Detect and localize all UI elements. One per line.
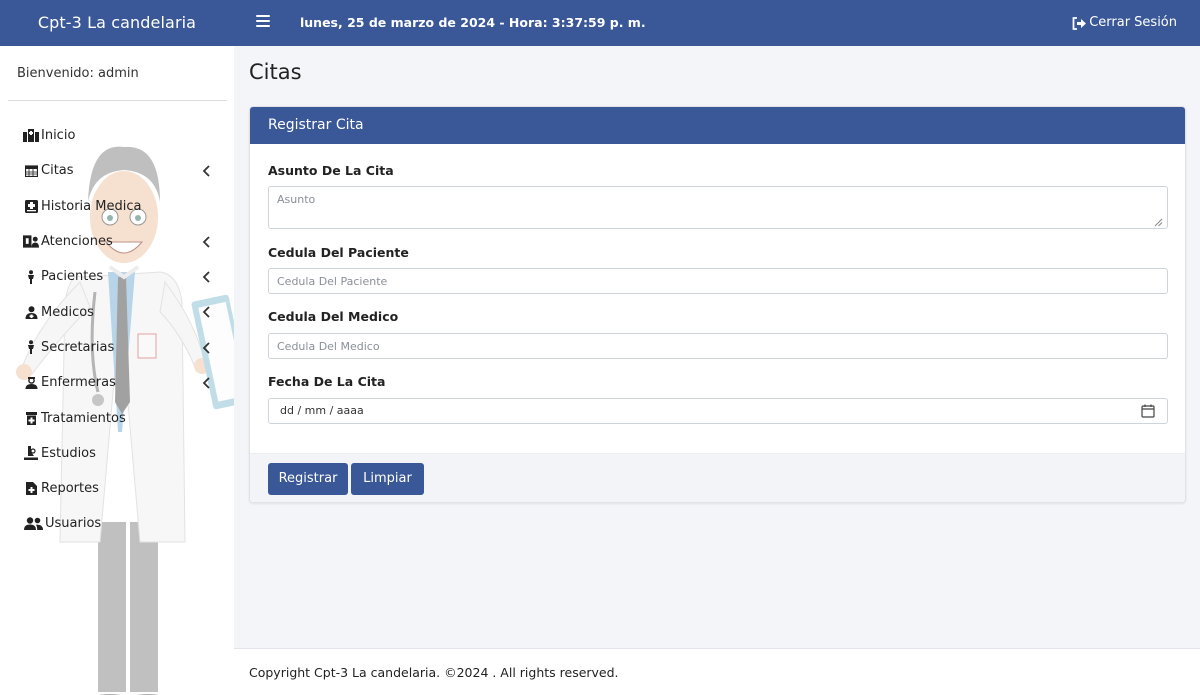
sidebar-item-label: Historia Medica bbox=[41, 198, 142, 214]
chevron-left-icon[interactable] bbox=[201, 235, 213, 249]
calendar-picker-icon[interactable] bbox=[1141, 404, 1155, 418]
sidebar-item-label: Enfermeras bbox=[41, 375, 116, 391]
lab-icon bbox=[23, 446, 39, 461]
person-icon bbox=[23, 270, 39, 284]
welcome-text: Bienvenido: admin bbox=[17, 66, 139, 81]
chevron-left-icon[interactable] bbox=[201, 164, 213, 178]
calendar-icon bbox=[23, 164, 39, 178]
sidebar-item-inicio[interactable]: Inicio bbox=[0, 118, 234, 153]
sidebar-item-label: Secretarias bbox=[41, 339, 115, 355]
clear-button[interactable]: Limpiar bbox=[351, 463, 424, 495]
subject-label: Asunto De La Cita bbox=[268, 163, 394, 178]
sidebar: Bienvenido: admin Inicio Citas Historia … bbox=[0, 46, 234, 695]
sidebar-item-label: Medicos bbox=[41, 304, 94, 320]
sidebar-item-historia-medica[interactable]: Historia Medica bbox=[0, 189, 234, 224]
current-datetime: lunes, 25 de marzo de 2024 - Hora: 3:37:… bbox=[300, 15, 646, 30]
report-file-icon bbox=[23, 482, 39, 496]
sidebar-item-reportes[interactable]: Reportes bbox=[0, 471, 234, 506]
chevron-left-icon[interactable] bbox=[201, 341, 213, 355]
sidebar-item-estudios[interactable]: Estudios bbox=[0, 436, 234, 471]
sidebar-item-pacientes[interactable]: Pacientes bbox=[0, 259, 234, 294]
sidebar-item-secretarias[interactable]: Secretarias bbox=[0, 330, 234, 365]
register-button[interactable]: Registrar bbox=[268, 463, 348, 495]
sidebar-item-label: Inicio bbox=[41, 128, 76, 144]
person-icon bbox=[23, 340, 39, 355]
sidebar-item-label: Tratamientos bbox=[41, 410, 126, 426]
card-footer: Registrar Limpiar bbox=[250, 453, 1185, 502]
logout-button[interactable]: Cerrar Sesión bbox=[1072, 0, 1177, 46]
doctor-id-label: Cedula Del Medico bbox=[268, 309, 399, 324]
chevron-left-icon[interactable] bbox=[201, 270, 213, 284]
sidebar-item-label: Estudios bbox=[41, 445, 96, 461]
menu-toggle-icon[interactable] bbox=[256, 15, 270, 27]
date-placeholder: dd / mm / aaaa bbox=[280, 404, 364, 417]
users-icon bbox=[23, 517, 43, 531]
date-label: Fecha De La Cita bbox=[268, 374, 386, 389]
subject-textarea[interactable] bbox=[268, 186, 1168, 229]
sidebar-item-atenciones[interactable]: Atenciones bbox=[0, 224, 234, 259]
chevron-left-icon[interactable] bbox=[201, 305, 213, 319]
patient-bed-icon bbox=[23, 235, 39, 249]
sidebar-item-medicos[interactable]: Medicos bbox=[0, 294, 234, 329]
app-brand[interactable]: Cpt-3 La candelaria bbox=[0, 0, 234, 46]
sidebar-item-enfermeras[interactable]: Enfermeras bbox=[0, 365, 234, 400]
card-title: Registrar Cita bbox=[250, 107, 1185, 144]
nurse-icon bbox=[23, 376, 39, 390]
logout-label: Cerrar Sesión bbox=[1089, 15, 1177, 30]
hospital-icon bbox=[23, 129, 39, 143]
patient-id-input[interactable] bbox=[268, 268, 1168, 294]
sidebar-item-label: Pacientes bbox=[41, 269, 104, 285]
sidebar-item-tratamientos[interactable]: Tratamientos bbox=[0, 400, 234, 435]
sidebar-item-usuarios[interactable]: Usuarios bbox=[0, 506, 234, 541]
register-appointment-card: Registrar Cita Asunto De La Cita Cedula … bbox=[249, 106, 1186, 503]
sidebar-item-label: Atenciones bbox=[41, 234, 113, 250]
sidebar-menu: Inicio Citas Historia Medica Atenciones bbox=[0, 118, 234, 542]
doctor-icon bbox=[23, 305, 39, 319]
sidebar-item-label: Reportes bbox=[41, 481, 99, 497]
patient-id-label: Cedula Del Paciente bbox=[268, 245, 409, 260]
top-navbar: Cpt-3 La candelaria lunes, 25 de marzo d… bbox=[0, 0, 1200, 46]
chevron-left-icon[interactable] bbox=[201, 376, 213, 390]
sidebar-item-label: Citas bbox=[41, 163, 74, 179]
page-title: Citas bbox=[249, 60, 302, 84]
prescription-bottle-icon bbox=[23, 411, 39, 425]
copyright-text: Copyright Cpt-3 La candelaria. ©2024 . A… bbox=[249, 665, 619, 680]
resize-grip-icon[interactable] bbox=[1154, 218, 1163, 227]
page-footer: Copyright Cpt-3 La candelaria. ©2024 . A… bbox=[234, 648, 1200, 695]
sign-out-icon bbox=[1072, 16, 1087, 30]
doctor-id-input[interactable] bbox=[268, 333, 1168, 359]
sidebar-divider bbox=[8, 100, 227, 101]
appointment-date-input[interactable]: dd / mm / aaaa bbox=[268, 398, 1168, 424]
sidebar-item-label: Usuarios bbox=[45, 516, 102, 532]
sidebar-item-citas[interactable]: Citas bbox=[0, 153, 234, 188]
medical-file-icon bbox=[23, 199, 39, 213]
